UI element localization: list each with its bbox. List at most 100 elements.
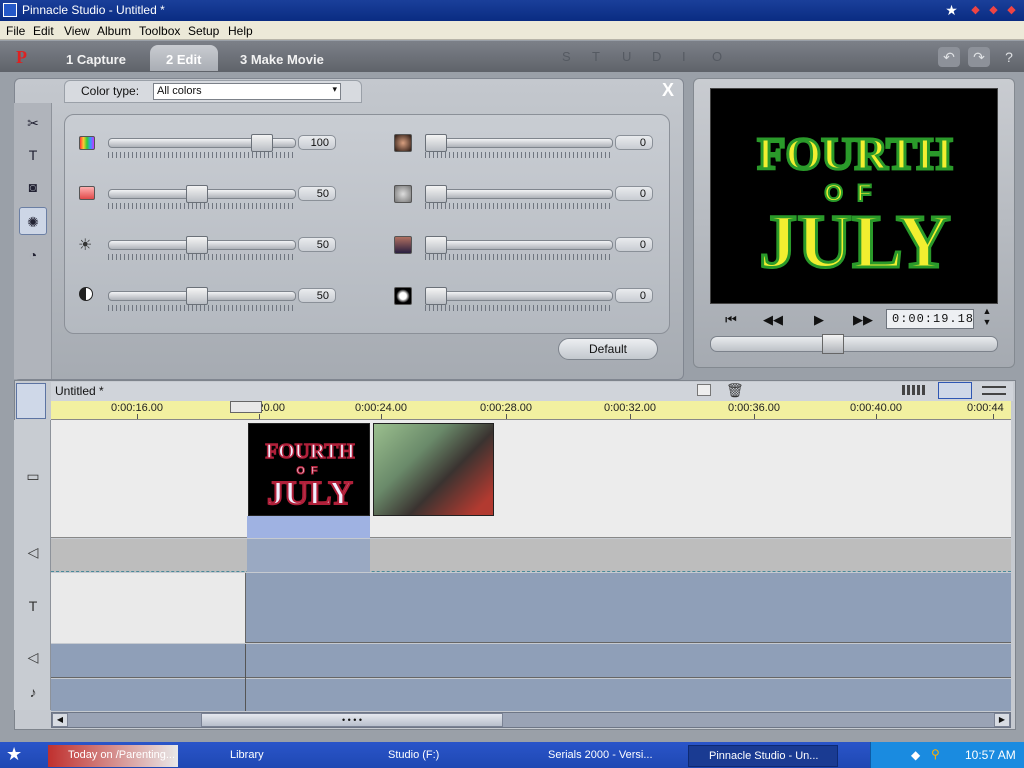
brightness-icon: ☀ [78,237,93,254]
scrubber-handle[interactable] [822,334,844,354]
video-track-icon: ▭ [26,468,40,484]
fast-forward-icon[interactable]: ▶▶ [850,312,876,328]
scrollbar-thumb[interactable]: • • • • [201,713,503,727]
undo-icon[interactable]: ↶ [938,47,960,67]
menu-setup[interactable]: Setup [188,24,219,38]
chevron-down-icon: ▾ [332,84,337,94]
menu-toolbox[interactable]: Toolbox [139,24,180,38]
slider-thumb[interactable] [186,185,208,203]
video-track[interactable] [51,420,1011,538]
camera-audio-toggle-icon[interactable] [16,383,46,419]
timecode-field[interactable]: 0:00:19.18 [886,309,974,329]
close-window-icon[interactable]: ◆ [1004,3,1019,17]
slider-thumb[interactable] [425,236,447,254]
play-icon[interactable]: ▶ [806,312,832,328]
slider-value-field[interactable]: 0 [615,135,653,150]
toolbox-icon-strip: ✂ T ◙ ✺ ◔ [14,103,52,379]
search-icon[interactable]: ⚲ [931,747,940,761]
taskbar-item[interactable]: Today on /Parenting... [48,745,178,767]
slider-value-field[interactable]: 100 [298,135,336,150]
slider-thumb[interactable] [186,287,208,305]
slider-thumb[interactable] [425,134,447,152]
playhead-handle[interactable] [230,401,262,413]
redo-icon[interactable]: ↷ [968,47,990,67]
preview-title-line1: FOURTH [757,128,952,179]
audio-track[interactable] [51,539,1011,572]
close-panel-button[interactable]: X [658,80,678,100]
slider-ticks [425,203,613,209]
time-ruler[interactable]: 0:00:16.000:00:20.000:00:24.000:00:28.00… [51,401,1011,420]
timeline-scrollbar[interactable] [51,712,1011,728]
ruler-label: 0:00:24.00 [355,402,407,414]
menu-help[interactable]: Help [228,24,253,38]
slider-track[interactable] [425,291,613,301]
color-type-dropdown[interactable]: All colors ▾ [153,83,341,100]
title-bar: Pinnacle Studio - Untitled * ★ ◆ ◆ ◆ [0,0,1024,21]
snapshot-icon[interactable]: ◙ [19,173,47,201]
audio-clip[interactable] [247,539,370,572]
go-to-start-icon[interactable]: ⏮ [718,312,744,328]
maximize-icon[interactable]: ◆ [986,3,1001,17]
slider-value-field[interactable]: 0 [615,186,653,201]
menu-album[interactable]: Album [97,24,131,38]
text-view-icon[interactable] [982,386,1006,395]
start-star-icon[interactable]: ★ [6,744,22,765]
star-icon[interactable]: ★ [944,3,959,17]
slider-value-field[interactable]: 50 [298,186,336,201]
minimize-icon[interactable]: ◆ [968,3,983,17]
menu-file[interactable]: File [6,24,25,38]
speed-icon[interactable]: ◔ [19,241,47,269]
menu-edit[interactable]: Edit [33,24,54,38]
slider-thumb[interactable] [425,287,447,305]
timecode-spinner[interactable]: ▲ ▼ [980,306,994,330]
slider-value-field[interactable]: 0 [615,237,653,252]
video-effects-icon[interactable]: ✺ [19,207,47,235]
slider-track[interactable] [425,240,613,250]
slider-value-field[interactable]: 0 [615,288,653,303]
scroll-right-icon[interactable]: ▶ [994,713,1010,727]
music-track[interactable] [51,679,1011,711]
slider-ticks [425,254,613,260]
clip-thumbnail: FOURTH OF JULY [265,438,356,513]
menu-view[interactable]: View [64,24,90,38]
preview-title-line3: JULY [759,200,950,284]
title-track-icon: T [28,598,38,614]
slider-track[interactable] [425,138,613,148]
taskbar-item[interactable]: Serials 2000 - Versi... [528,745,678,767]
taskbar-item-active[interactable]: Pinnacle Studio - Un... [688,745,838,767]
storyboard-view-icon[interactable] [902,385,926,395]
video-clip-title[interactable]: FOURTH OF JULY [248,423,370,516]
scroll-left-icon[interactable]: ◀ [52,713,68,727]
timeline-view-icon[interactable] [938,382,972,399]
razor-icon[interactable] [697,384,711,396]
video-clip-footage[interactable] [373,423,494,516]
tab-edit[interactable]: 2 Edit [150,45,218,71]
trash-icon[interactable]: 🗑 [726,382,744,399]
timeline-header [51,382,1013,401]
scrubber-track[interactable] [710,336,998,352]
hue-icon [79,136,95,150]
ruler-label: 0:00:36.00 [728,402,780,414]
slider-value-field[interactable]: 50 [298,288,336,303]
slider-thumb[interactable] [186,236,208,254]
original-audio-icon: ◁ [27,544,39,560]
network-icon[interactable]: ◆ [911,748,920,762]
title-tool-icon[interactable]: T [19,141,47,169]
tab-make-movie[interactable]: 3 Make Movie [224,45,344,71]
track-header-strip: ▭ ◁ T ◁ ♪ [14,420,51,710]
ruler-label: 0:00:44 [967,402,1004,414]
rewind-icon[interactable]: ◀◀ [760,312,786,328]
posterize-icon [394,287,412,305]
help-icon[interactable]: ? [998,47,1020,67]
slider-value-field[interactable]: 50 [298,237,336,252]
ruler-label: 0:00:16.00 [111,402,163,414]
tab-capture[interactable]: 1 Capture [50,45,148,71]
slider-track[interactable] [425,189,613,199]
clip-properties-icon[interactable]: ✂ [19,109,47,137]
taskbar-item[interactable]: Studio (F:) [368,745,518,767]
slider-thumb[interactable] [251,134,273,152]
sound-effects-track[interactable] [51,644,1011,678]
taskbar-item[interactable]: Library [210,745,350,767]
slider-thumb[interactable] [425,185,447,203]
default-button[interactable]: Default [558,338,658,360]
